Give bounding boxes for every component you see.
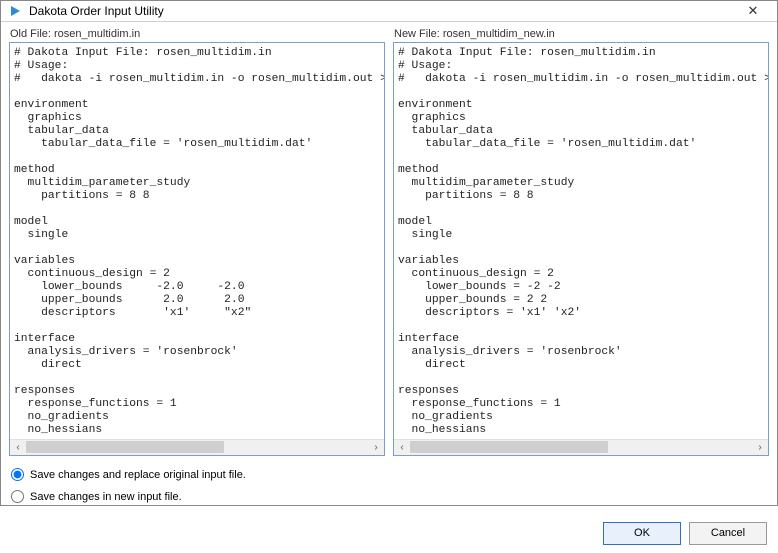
close-icon: ✕ — [748, 3, 759, 19]
old-file-editor[interactable]: # Dakota Input File: rosen_multidim.in #… — [10, 43, 384, 439]
window-title: Dakota Order Input Utility — [29, 4, 735, 18]
radio-newfile[interactable]: Save changes in new input file. — [11, 486, 769, 508]
old-file-editor-wrap: # Dakota Input File: rosen_multidim.in #… — [9, 42, 385, 456]
dialog-window: Dakota Order Input Utility ✕ Old File: r… — [0, 0, 778, 506]
new-file-label: New File: rosen_multidim_new.in — [393, 28, 769, 40]
scroll-track[interactable] — [410, 439, 752, 455]
new-file-editor-wrap: # Dakota Input File: rosen_multidim.in #… — [393, 42, 769, 456]
radio-newfile-input[interactable] — [11, 490, 24, 503]
radio-replace-label: Save changes and replace original input … — [30, 469, 246, 481]
scroll-right-icon[interactable]: › — [752, 439, 768, 455]
old-file-pane: Old File: rosen_multidim.in # Dakota Inp… — [9, 28, 385, 456]
scroll-left-icon[interactable]: ‹ — [10, 439, 26, 455]
content-area: Old File: rosen_multidim.in # Dakota Inp… — [1, 22, 777, 553]
panes: Old File: rosen_multidim.in # Dakota Inp… — [9, 28, 769, 456]
ok-button[interactable]: OK — [603, 522, 681, 545]
new-file-editor[interactable]: # Dakota Input File: rosen_multidim.in #… — [394, 43, 768, 439]
scroll-thumb[interactable] — [26, 441, 224, 453]
close-button[interactable]: ✕ — [735, 1, 771, 21]
radio-replace-input[interactable] — [11, 468, 24, 481]
app-icon — [7, 3, 23, 19]
scroll-right-icon[interactable]: › — [368, 439, 384, 455]
scroll-thumb[interactable] — [410, 441, 608, 453]
old-file-label: Old File: rosen_multidim.in — [9, 28, 385, 40]
radio-replace[interactable]: Save changes and replace original input … — [11, 464, 769, 486]
new-file-pane: New File: rosen_multidim_new.in # Dakota… — [393, 28, 769, 456]
old-file-scrollbar[interactable]: ‹ › — [10, 439, 384, 455]
save-options: Save changes and replace original input … — [9, 464, 769, 508]
scroll-track[interactable] — [26, 439, 368, 455]
new-file-scrollbar[interactable]: ‹ › — [394, 439, 768, 455]
cancel-button[interactable]: Cancel — [689, 522, 767, 545]
radio-newfile-label: Save changes in new input file. — [30, 491, 182, 503]
button-row: OK Cancel — [9, 522, 769, 545]
scroll-left-icon[interactable]: ‹ — [394, 439, 410, 455]
titlebar: Dakota Order Input Utility ✕ — [1, 1, 777, 22]
